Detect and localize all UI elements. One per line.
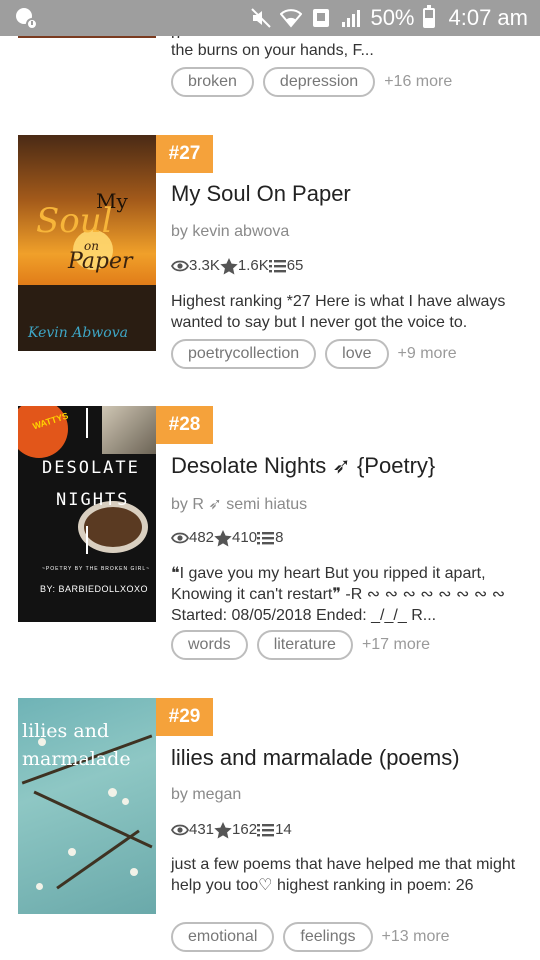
story-description: just a few poems that have helped me tha… [171, 856, 516, 894]
battery-icon [422, 5, 435, 28]
cover-subtitle: ~POETRY BY THE BROKEN GIRL~ [42, 566, 151, 572]
notification-icon [14, 6, 40, 30]
cover-title-line: DESOLATE [42, 458, 140, 478]
more-tags-link[interactable]: +13 more [382, 928, 450, 946]
signal-icon [340, 7, 362, 29]
clock: 4:07 am [448, 5, 529, 30]
mute-icon [250, 7, 272, 29]
wifi-icon [280, 7, 303, 29]
read-count: 431 [189, 821, 215, 839]
eye-icon [171, 529, 189, 546]
cover-title-line: marmalade [22, 748, 131, 770]
cover-image[interactable]: WATTYS DESOLATE NIGHTS ~POETRY BY THE BR… [18, 406, 156, 622]
story-title[interactable]: lilies and marmalade (poems) [171, 745, 460, 771]
story-title[interactable]: Desolate Nights ➶ {Poetry} [171, 453, 435, 479]
tag-chip[interactable]: literature [256, 630, 353, 660]
story-stats: 482 410 8 [171, 529, 283, 547]
cover-title-line: Soul [36, 201, 113, 241]
story-author[interactable]: by kevin abwova [171, 223, 289, 241]
part-count: 65 [286, 257, 304, 275]
tag-row: poetrycollection love +9 more [171, 339, 457, 369]
tag-chip[interactable]: emotional [171, 922, 275, 952]
eye-icon [171, 257, 189, 274]
rank-badge: #29 [156, 698, 213, 736]
story-description: ❝I gave you my heart But you ripped it a… [171, 565, 506, 624]
story-title[interactable]: My Soul On Paper [171, 181, 351, 207]
story-stats: 431 162 14 [171, 821, 292, 839]
list-item[interactable]: lilies and marmalade #29 lilies and marm… [0, 698, 540, 960]
battery-percent: 50% [370, 5, 415, 30]
star-icon [214, 529, 232, 547]
eye-icon [171, 821, 189, 838]
story-list[interactable]: p the burns on your hands, F... broken d… [0, 36, 540, 960]
story-author[interactable]: by R ➶ semi hiatus [171, 494, 307, 514]
story-author[interactable]: by megan [171, 786, 241, 804]
cover-author: Kevin Abwova [28, 325, 128, 341]
tag-row: emotional feelings +13 more [171, 922, 450, 952]
list-icon [257, 821, 275, 838]
status-bar: 50% 4:07 am [0, 0, 540, 36]
nfc-icon [310, 7, 332, 29]
cover-title-line: Paper [68, 249, 133, 274]
story-stats: 3.3K 1.6K 65 [171, 257, 303, 275]
list-icon [268, 257, 287, 274]
vote-count: 410 [232, 529, 258, 547]
cover-image[interactable] [18, 36, 156, 38]
star-icon [214, 821, 232, 839]
cover-title-line: NIGHTS [56, 490, 130, 510]
cover-title-line: lilies and [22, 720, 110, 742]
cover-image[interactable]: lilies and marmalade [18, 698, 156, 914]
list-item[interactable]: My Soul on Paper Kevin Abwova #27 My Sou… [0, 135, 540, 375]
tag-chip[interactable]: broken [171, 67, 254, 97]
tag-chip[interactable]: depression [262, 67, 376, 97]
vote-count: 1.6K [237, 257, 269, 275]
tag-row: broken depression +16 more [171, 67, 452, 97]
star-icon [220, 257, 238, 275]
tag-chip[interactable]: love [325, 339, 389, 369]
cover-image[interactable]: My Soul on Paper Kevin Abwova [18, 135, 156, 351]
tag-chip[interactable]: feelings [283, 922, 373, 952]
story-description: the burns on your hands, F... [171, 42, 374, 59]
rank-badge: #28 [156, 406, 213, 444]
tag-chip[interactable]: poetrycollection [171, 339, 317, 369]
tag-chip[interactable]: words [171, 630, 248, 660]
more-tags-link[interactable]: +16 more [384, 73, 452, 91]
more-tags-link[interactable]: +17 more [362, 636, 430, 654]
part-count: 14 [275, 821, 292, 839]
read-count: 482 [189, 529, 215, 547]
more-tags-link[interactable]: +9 more [398, 345, 457, 363]
story-description: Highest ranking *27 Here is what I have … [171, 293, 506, 331]
cover-author: BY: BARBIEDOLLXOXO [40, 584, 149, 594]
list-item[interactable]: WATTYS DESOLATE NIGHTS ~POETRY BY THE BR… [0, 406, 540, 660]
part-count: 8 [275, 529, 284, 547]
vote-count: 162 [232, 821, 258, 839]
read-count: 3.3K [189, 257, 220, 275]
tag-row: words literature +17 more [171, 630, 430, 660]
rank-badge: #27 [156, 135, 213, 173]
list-icon [257, 529, 275, 546]
